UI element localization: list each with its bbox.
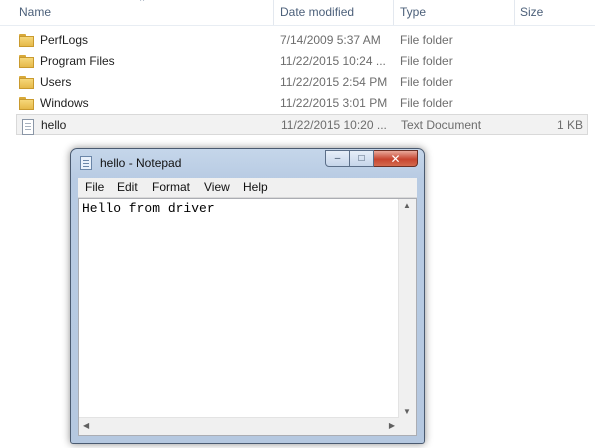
file-date: 7/14/2009 5:37 AM (280, 33, 381, 47)
column-header-bar: ^ Name Date modified Type Size (0, 0, 595, 26)
file-name: hello (41, 118, 67, 132)
horizontal-scrollbar[interactable]: ◀ ▶ (79, 417, 399, 435)
file-type: File folder (400, 33, 453, 47)
file-type: File folder (400, 96, 453, 110)
title-bar[interactable]: hello - Notepad – □ ✕ (71, 149, 424, 176)
file-name: Program Files (40, 54, 115, 68)
folder-icon (19, 55, 35, 68)
file-date: 11/22/2015 10:20 ... (281, 118, 387, 132)
file-name: Windows (40, 96, 89, 110)
file-row-hello[interactable]: hello 11/22/2015 10:20 ... Text Document… (16, 114, 588, 135)
column-divider[interactable] (514, 0, 515, 25)
column-header-size[interactable]: Size (520, 5, 543, 19)
text-editor[interactable]: Hello from driver ▲ ▼ ◀ ▶ (78, 198, 417, 436)
folder-icon (19, 76, 35, 89)
close-button[interactable]: ✕ (374, 150, 418, 167)
file-name: PerfLogs (40, 33, 89, 47)
file-date: 11/22/2015 2:54 PM (280, 75, 388, 89)
vertical-scrollbar[interactable]: ▲ ▼ (398, 199, 416, 418)
folder-icon (19, 34, 35, 47)
notepad-icon[interactable] (80, 156, 92, 170)
scroll-left-icon[interactable]: ◀ (83, 421, 89, 430)
notepad-window[interactable]: hello - Notepad – □ ✕ File Edit Format V… (70, 148, 425, 444)
menu-help[interactable]: Help (243, 180, 268, 194)
menu-format[interactable]: Format (152, 180, 190, 194)
column-divider[interactable] (273, 0, 274, 25)
menu-edit[interactable]: Edit (117, 180, 138, 194)
column-header-name[interactable]: Name (19, 5, 51, 19)
menu-bar: File Edit Format View Help (78, 178, 417, 198)
menu-view[interactable]: View (204, 180, 230, 194)
file-row-program-files[interactable]: Program Files 11/22/2015 10:24 ... File … (16, 51, 588, 72)
file-row-users[interactable]: Users 11/22/2015 2:54 PM File folder (16, 72, 588, 93)
file-type: File folder (400, 75, 453, 89)
minimize-button[interactable]: – (325, 150, 350, 167)
scrollbar-corner (399, 418, 416, 435)
column-divider[interactable] (393, 0, 394, 25)
file-date: 11/22/2015 10:24 ... (280, 54, 386, 68)
editor-content[interactable]: Hello from driver (82, 201, 215, 216)
scroll-right-icon[interactable]: ▶ (389, 421, 395, 430)
file-name: Users (40, 75, 72, 89)
file-type: File folder (400, 54, 453, 68)
sort-up-icon: ^ (140, 0, 145, 6)
scroll-up-icon[interactable]: ▲ (403, 201, 411, 210)
file-row-perflogs[interactable]: PerfLogs 7/14/2009 5:37 AM File folder (16, 30, 588, 51)
file-type: Text Document (401, 118, 482, 132)
text-file-icon (20, 119, 36, 135)
menu-file[interactable]: File (85, 180, 104, 194)
column-header-date[interactable]: Date modified (280, 5, 354, 19)
column-header-type[interactable]: Type (400, 5, 426, 19)
scroll-down-icon[interactable]: ▼ (403, 407, 411, 416)
file-size: 1 KB (556, 118, 583, 132)
window-controls: – □ ✕ (325, 150, 418, 168)
file-date: 11/22/2015 3:01 PM (280, 96, 388, 110)
maximize-button[interactable]: □ (350, 150, 374, 167)
window-title: hello - Notepad (100, 156, 182, 170)
file-row-windows[interactable]: Windows 11/22/2015 3:01 PM File folder (16, 93, 588, 114)
folder-icon (19, 97, 35, 110)
